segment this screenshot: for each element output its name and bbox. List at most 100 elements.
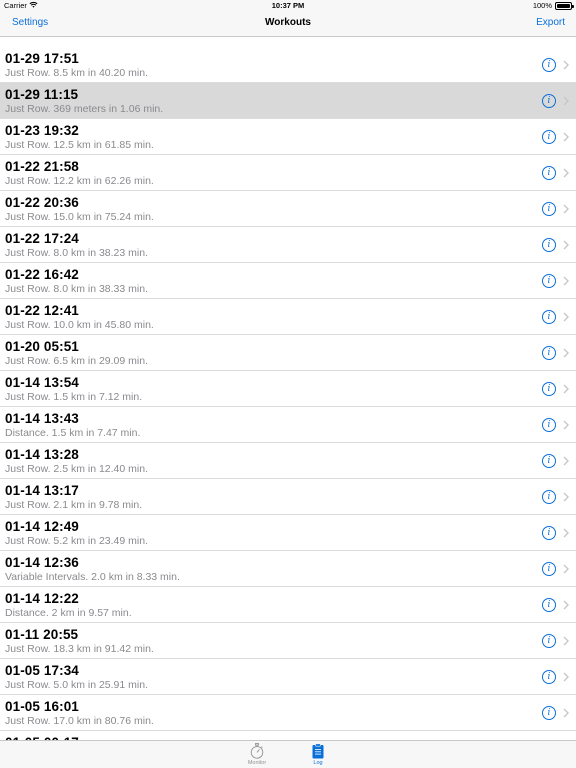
info-icon[interactable]: i	[542, 166, 556, 180]
workout-date: 01-22 21:58	[5, 159, 79, 174]
workout-summary: Just Row. 5.2 km in 23.49 min.	[5, 535, 148, 547]
workout-row[interactable]: 01-05 16:01 Just Row. 17.0 km in 80.76 mi…	[0, 695, 576, 731]
workout-row[interactable]: 01-05 00:17i	[0, 731, 576, 740]
workout-summary: Just Row. 6.5 km in 29.09 min.	[5, 355, 148, 367]
workout-date: 01-14 13:54	[5, 375, 79, 390]
workout-summary: Just Row. 12.5 km in 61.85 min.	[5, 139, 154, 151]
chevron-right-icon	[563, 492, 569, 502]
workout-row[interactable]: 01-22 16:42 Just Row. 8.0 km in 38.33 min…	[0, 263, 576, 299]
chevron-right-icon	[563, 348, 569, 358]
workout-row[interactable]: 01-20 05:51 Just Row. 6.5 km in 29.09 min…	[0, 335, 576, 371]
workout-row[interactable]: 01-29 17:51 Just Row. 8.5 km in 40.20 min…	[0, 47, 576, 83]
chevron-right-icon	[563, 132, 569, 142]
info-icon[interactable]: i	[542, 238, 556, 252]
info-icon[interactable]: i	[542, 94, 556, 108]
battery-icon	[555, 2, 574, 10]
chevron-right-icon	[563, 708, 569, 718]
workout-date: 01-20 05:51	[5, 339, 79, 354]
workout-row[interactable]: 01-14 13:28 Just Row. 2.5 km in 12.40 min…	[0, 443, 576, 479]
workout-summary: Just Row. 2.5 km in 12.40 min.	[5, 463, 148, 475]
chevron-right-icon	[563, 420, 569, 430]
export-button[interactable]: Export	[536, 17, 565, 28]
workout-summary: Distance. 1.5 km in 7.47 min.	[5, 427, 141, 439]
workout-date: 01-05 17:34	[5, 663, 79, 678]
info-icon[interactable]: i	[542, 58, 556, 72]
workout-row[interactable]: 01-14 13:43 Distance. 1.5 km in 7.47 min.…	[0, 407, 576, 443]
info-icon[interactable]: i	[542, 454, 556, 468]
workout-row[interactable]: 01-14 12:36 Variable Intervals. 2.0 km in…	[0, 551, 576, 587]
workout-row[interactable]: 01-14 13:17 Just Row. 2.1 km in 9.78 min.…	[0, 479, 576, 515]
info-icon[interactable]: i	[542, 490, 556, 504]
info-icon[interactable]: i	[542, 382, 556, 396]
chevron-right-icon	[563, 456, 569, 466]
workout-summary: Distance. 2 km in 9.57 min.	[5, 607, 132, 619]
workout-summary: Just Row. 369 meters in 1.06 min.	[5, 103, 164, 115]
chevron-right-icon	[563, 240, 569, 250]
chevron-right-icon	[563, 564, 569, 574]
workout-row[interactable]: 01-14 13:54 Just Row. 1.5 km in 7.12 min.…	[0, 371, 576, 407]
workout-row[interactable]: 01-23 19:32 Just Row. 12.5 km in 61.85 mi…	[0, 119, 576, 155]
workout-summary: Just Row. 8.5 km in 40.20 min.	[5, 67, 148, 79]
workout-row[interactable]: 01-29 11:15 Just Row. 369 meters in 1.06 …	[0, 83, 576, 119]
info-icon[interactable]: i	[542, 346, 556, 360]
workout-date: 01-11 20:55	[5, 627, 79, 642]
workout-date: 01-22 17:24	[5, 231, 79, 246]
workout-summary: Just Row. 12.2 km in 62.26 min.	[5, 175, 154, 187]
workout-summary: Just Row. 2.1 km in 9.78 min.	[5, 499, 143, 511]
workout-row[interactable]: 01-22 20:36 Just Row. 15.0 km in 75.24 mi…	[0, 191, 576, 227]
workout-row[interactable]: 01-11 20:55 Just Row. 18.3 km in 91.42 mi…	[0, 623, 576, 659]
info-icon[interactable]: i	[542, 418, 556, 432]
workout-summary: Just Row. 8.0 km in 38.33 min.	[5, 283, 148, 295]
chevron-right-icon	[563, 672, 569, 682]
workout-date: 01-14 12:22	[5, 591, 79, 606]
workout-date: 01-23 19:32	[5, 123, 79, 138]
workout-date: 01-05 16:01	[5, 699, 79, 714]
workout-date: 01-29 11:15	[5, 87, 79, 102]
workout-summary: Just Row. 8.0 km in 38.23 min.	[5, 247, 148, 259]
tab-monitor[interactable]: Monitor	[237, 741, 277, 768]
status-time: 10:37 PM	[271, 1, 305, 10]
workout-row[interactable]: 01-05 17:34 Just Row. 5.0 km in 25.91 min…	[0, 659, 576, 695]
workout-row[interactable]: 01-22 12:41 Just Row. 10.0 km in 45.80 mi…	[0, 299, 576, 335]
workout-date: 01-14 13:28	[5, 447, 79, 462]
workout-date: 01-14 12:36	[5, 555, 79, 570]
workout-row[interactable]: 01-14 12:22 Distance. 2 km in 9.57 min. i	[0, 587, 576, 623]
workout-row[interactable]: 01-22 17:24 Just Row. 8.0 km in 38.23 min…	[0, 227, 576, 263]
workout-row[interactable]: 01-22 21:58 Just Row. 12.2 km in 62.26 mi…	[0, 155, 576, 191]
chevron-right-icon	[563, 168, 569, 178]
status-bar: Carrier 10:37 PM 100%	[0, 0, 576, 12]
info-icon[interactable]: i	[542, 310, 556, 324]
info-icon[interactable]: i	[542, 634, 556, 648]
info-icon[interactable]: i	[542, 274, 556, 288]
workout-summary: Just Row. 5.0 km in 25.91 min.	[5, 679, 148, 691]
workout-summary: Just Row. 10.0 km in 45.80 min.	[5, 319, 154, 331]
info-icon[interactable]: i	[542, 706, 556, 720]
chevron-right-icon	[563, 384, 569, 394]
workout-row[interactable]: 01-14 12:49 Just Row. 5.2 km in 23.49 min…	[0, 515, 576, 551]
tab-bar: Monitor Log	[0, 740, 576, 768]
info-icon[interactable]: i	[542, 526, 556, 540]
chevron-right-icon	[563, 600, 569, 610]
workout-date: 01-14 12:49	[5, 519, 79, 534]
tab-log[interactable]: Log	[298, 741, 338, 768]
chevron-right-icon	[563, 60, 569, 70]
workout-date: 01-22 20:36	[5, 195, 79, 210]
info-icon[interactable]: i	[542, 598, 556, 612]
workout-summary: Just Row. 18.3 km in 91.42 min.	[5, 643, 154, 655]
workout-list[interactable]: 01-29 17:51 Just Row. 8.5 km in 40.20 min…	[0, 47, 576, 740]
workout-summary: Just Row. 15.0 km in 75.24 min.	[5, 211, 154, 223]
info-icon[interactable]: i	[542, 670, 556, 684]
workout-date: 01-22 12:41	[5, 303, 79, 318]
page-title: Workouts	[265, 17, 311, 28]
battery-percent: 100%	[532, 1, 552, 10]
workout-date: 01-29 17:51	[5, 51, 79, 66]
info-icon[interactable]: i	[542, 202, 556, 216]
chevron-right-icon	[563, 528, 569, 538]
navigation-bar: Settings Workouts Export	[0, 12, 576, 37]
workout-summary: Just Row. 1.5 km in 7.12 min.	[5, 391, 143, 403]
workout-date: 01-22 16:42	[5, 267, 79, 282]
chevron-right-icon	[563, 312, 569, 322]
info-icon[interactable]: i	[542, 130, 556, 144]
workout-summary: Variable Intervals. 2.0 km in 8.33 min.	[5, 571, 180, 583]
info-icon[interactable]: i	[542, 562, 556, 576]
